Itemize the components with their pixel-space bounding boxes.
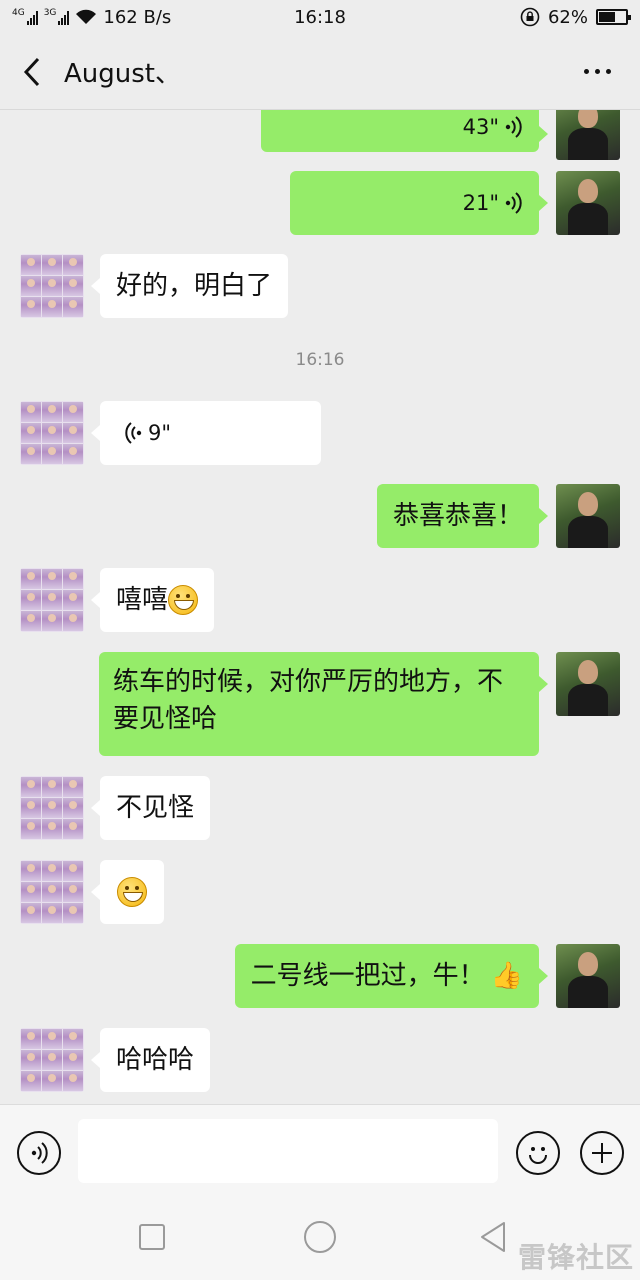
text-message-bubble[interactable]: 练车的时候，对你严厉的地方，不要见怪哈 bbox=[99, 652, 548, 756]
contact-avatar[interactable] bbox=[20, 254, 84, 318]
message-text: 练车的时候，对你严厉的地方，不要见怪哈 bbox=[113, 667, 504, 734]
text-message-bubble[interactable]: 好的，明白了 bbox=[90, 254, 289, 318]
battery-icon bbox=[596, 9, 631, 25]
voice-duration: 9" bbox=[148, 420, 172, 445]
emoji-message-bubble[interactable] bbox=[91, 860, 164, 924]
message-text: 二号线一把过，牛！ bbox=[250, 960, 485, 991]
my-avatar[interactable] bbox=[556, 652, 620, 716]
signal-3g-icon: 3G bbox=[44, 9, 70, 25]
message-text: 哈哈哈 bbox=[116, 1044, 195, 1075]
plus-icon bbox=[592, 1143, 612, 1163]
chat-title: August、 bbox=[64, 59, 181, 89]
text-message-bubble[interactable]: 二号线一把过，牛！ 👍 bbox=[234, 944, 549, 1008]
grin-emoji-icon bbox=[168, 585, 199, 615]
home-button[interactable] bbox=[304, 1221, 336, 1253]
back-button[interactable] bbox=[0, 34, 64, 110]
voice-duration: 21" bbox=[462, 190, 499, 215]
chat-header: August、 bbox=[0, 34, 640, 110]
voice-input-button[interactable] bbox=[17, 1131, 61, 1175]
grin-emoji-icon bbox=[117, 877, 147, 907]
signal-4g-icon: 4G bbox=[12, 9, 38, 25]
message-input[interactable] bbox=[78, 1119, 498, 1183]
more-functions-button[interactable] bbox=[580, 1131, 624, 1175]
thumbs-up-emoji-icon: 👍 bbox=[490, 960, 523, 991]
my-avatar[interactable] bbox=[556, 944, 620, 1008]
text-message-bubble[interactable]: 不见怪 bbox=[90, 776, 211, 840]
recent-apps-button[interactable] bbox=[139, 1224, 165, 1250]
system-navigation-bar: 雷锋社区 bbox=[0, 1196, 640, 1280]
my-avatar[interactable] bbox=[556, 110, 620, 160]
chat-history[interactable]: 43" 21" 好的，明白了 16:16 9" 恭喜恭喜！ 嘻嘻 练车的时候，对… bbox=[0, 110, 640, 1104]
voice-duration: 43" bbox=[462, 114, 499, 139]
voice-wave-icon bbox=[125, 422, 142, 444]
voice-wave-icon bbox=[505, 116, 522, 138]
chevron-left-icon bbox=[23, 57, 40, 86]
nav-back-button[interactable] bbox=[478, 1220, 508, 1254]
message-text: 恭喜恭喜！ bbox=[392, 500, 523, 531]
message-text: 不见怪 bbox=[116, 792, 195, 823]
my-avatar[interactable] bbox=[556, 484, 620, 548]
message-text: 好的，明白了 bbox=[116, 270, 273, 301]
contact-avatar[interactable] bbox=[20, 568, 84, 632]
rotation-lock-icon bbox=[520, 7, 540, 27]
message-timestamp: 16:16 bbox=[295, 350, 345, 370]
clock: 16:18 bbox=[294, 6, 346, 28]
more-options-button[interactable] bbox=[584, 64, 614, 78]
input-bar bbox=[0, 1104, 640, 1196]
smiley-icon bbox=[529, 1147, 547, 1164]
message-text: 嘻嘻 bbox=[116, 584, 169, 615]
watermark: 雷锋社区 bbox=[517, 1241, 634, 1274]
contact-avatar[interactable] bbox=[20, 401, 84, 465]
status-bar: 4G 3G 162 B/s 16:18 62% bbox=[0, 0, 640, 34]
contact-avatar[interactable] bbox=[20, 860, 84, 924]
text-message-bubble[interactable]: 嘻嘻 bbox=[90, 568, 215, 632]
contact-avatar[interactable] bbox=[20, 1028, 84, 1092]
wifi-icon bbox=[75, 9, 97, 25]
emoji-button[interactable] bbox=[516, 1131, 560, 1175]
voice-message-bubble[interactable]: 43" bbox=[261, 110, 548, 152]
text-message-bubble[interactable]: 哈哈哈 bbox=[90, 1028, 211, 1092]
voice-wave-icon bbox=[31, 1142, 48, 1164]
voice-message-bubble[interactable]: 21" bbox=[290, 171, 548, 235]
battery-percent: 62% bbox=[547, 6, 588, 28]
contact-avatar[interactable] bbox=[20, 776, 84, 840]
my-avatar[interactable] bbox=[556, 171, 620, 235]
text-message-bubble[interactable]: 恭喜恭喜！ bbox=[376, 484, 549, 548]
voice-wave-icon bbox=[505, 192, 522, 214]
voice-message-bubble[interactable]: 9" bbox=[91, 401, 321, 465]
network-speed: 162 B/s bbox=[103, 6, 172, 28]
